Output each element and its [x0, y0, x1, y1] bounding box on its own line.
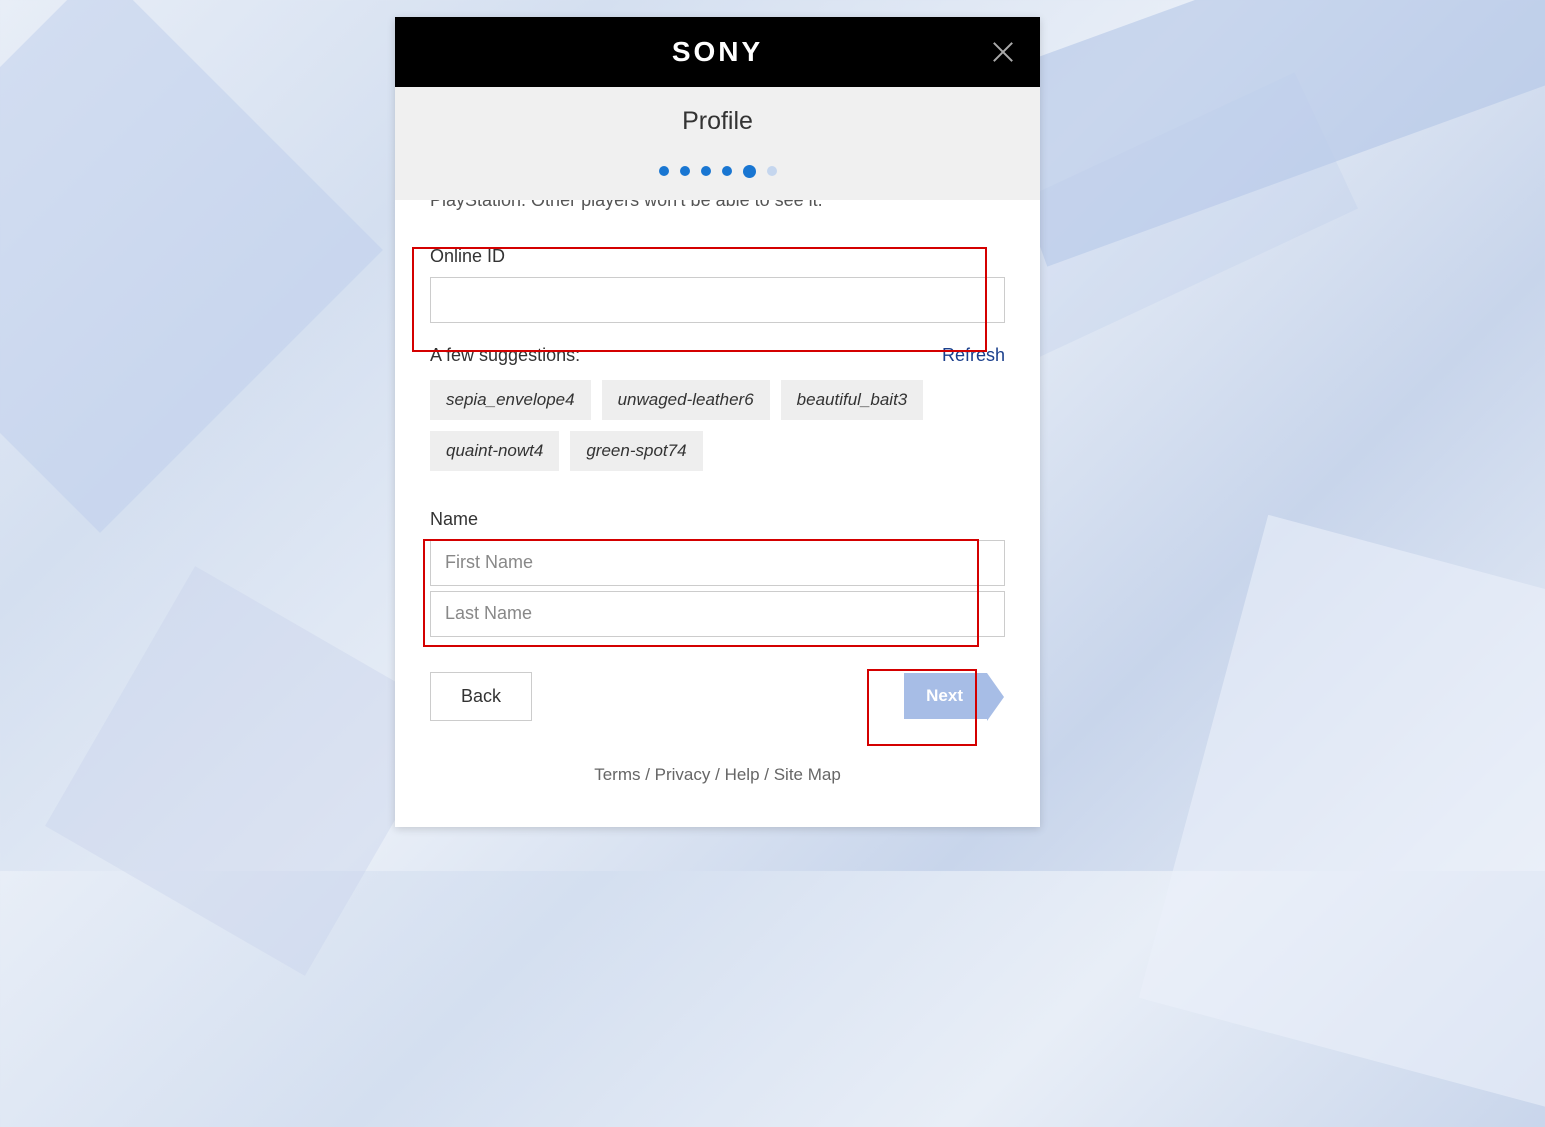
suggestion-chips: sepia_envelope4 unwaged-leather6 beautiful… — [430, 380, 1005, 471]
content-scroll[interactable]: PlayStation. Other players won't be able… — [395, 200, 1040, 828]
footer-links: Terms / Privacy / Help / Site Map — [430, 765, 1005, 795]
last-name-input[interactable] — [430, 591, 1005, 637]
modal-header: SONY — [395, 17, 1040, 87]
name-group: Name — [430, 509, 1005, 642]
progress-dot — [659, 166, 669, 176]
footer-terms[interactable]: Terms — [594, 765, 640, 784]
bg-shape — [1139, 515, 1545, 1127]
footer-sitemap[interactable]: Site Map — [774, 765, 841, 784]
progress-indicator — [395, 166, 1040, 178]
suggestions-header: A few suggestions: Refresh — [430, 345, 1005, 366]
name-label: Name — [430, 509, 1005, 530]
action-row: Back Next — [430, 672, 1005, 721]
online-id-input[interactable] — [430, 277, 1005, 323]
bg-shape — [0, 0, 383, 533]
progress-dot — [701, 166, 711, 176]
description-text: PlayStation. Other players won't be able… — [430, 200, 1005, 211]
progress-dot — [722, 166, 732, 176]
suggestion-chip[interactable]: green-spot74 — [570, 431, 702, 471]
suggestion-chip[interactable]: quaint-nowt4 — [430, 431, 559, 471]
online-id-label: Online ID — [430, 246, 1005, 267]
next-button[interactable]: Next — [904, 673, 987, 719]
bg-shape — [45, 566, 455, 976]
online-id-group: Online ID — [430, 246, 1005, 323]
suggestions-label: A few suggestions: — [430, 345, 580, 366]
suggestion-chip[interactable]: sepia_envelope4 — [430, 380, 591, 420]
progress-dot — [767, 166, 777, 176]
page-title: Profile — [395, 107, 1040, 136]
refresh-link[interactable]: Refresh — [942, 345, 1005, 366]
close-icon[interactable] — [991, 40, 1015, 64]
suggestion-chip[interactable]: beautiful_bait3 — [781, 380, 924, 420]
suggestion-chip[interactable]: unwaged-leather6 — [602, 380, 770, 420]
progress-dot — [680, 166, 690, 176]
first-name-input[interactable] — [430, 540, 1005, 586]
profile-modal: SONY Profile PlayStation. Other players … — [395, 17, 1040, 827]
back-button[interactable]: Back — [430, 672, 532, 721]
content-wrapper: PlayStation. Other players won't be able… — [395, 200, 1040, 828]
footer-privacy[interactable]: Privacy — [655, 765, 711, 784]
sub-header: Profile — [395, 87, 1040, 200]
progress-dot — [743, 165, 756, 178]
footer-help[interactable]: Help — [725, 765, 760, 784]
brand-logo: SONY — [672, 36, 763, 68]
